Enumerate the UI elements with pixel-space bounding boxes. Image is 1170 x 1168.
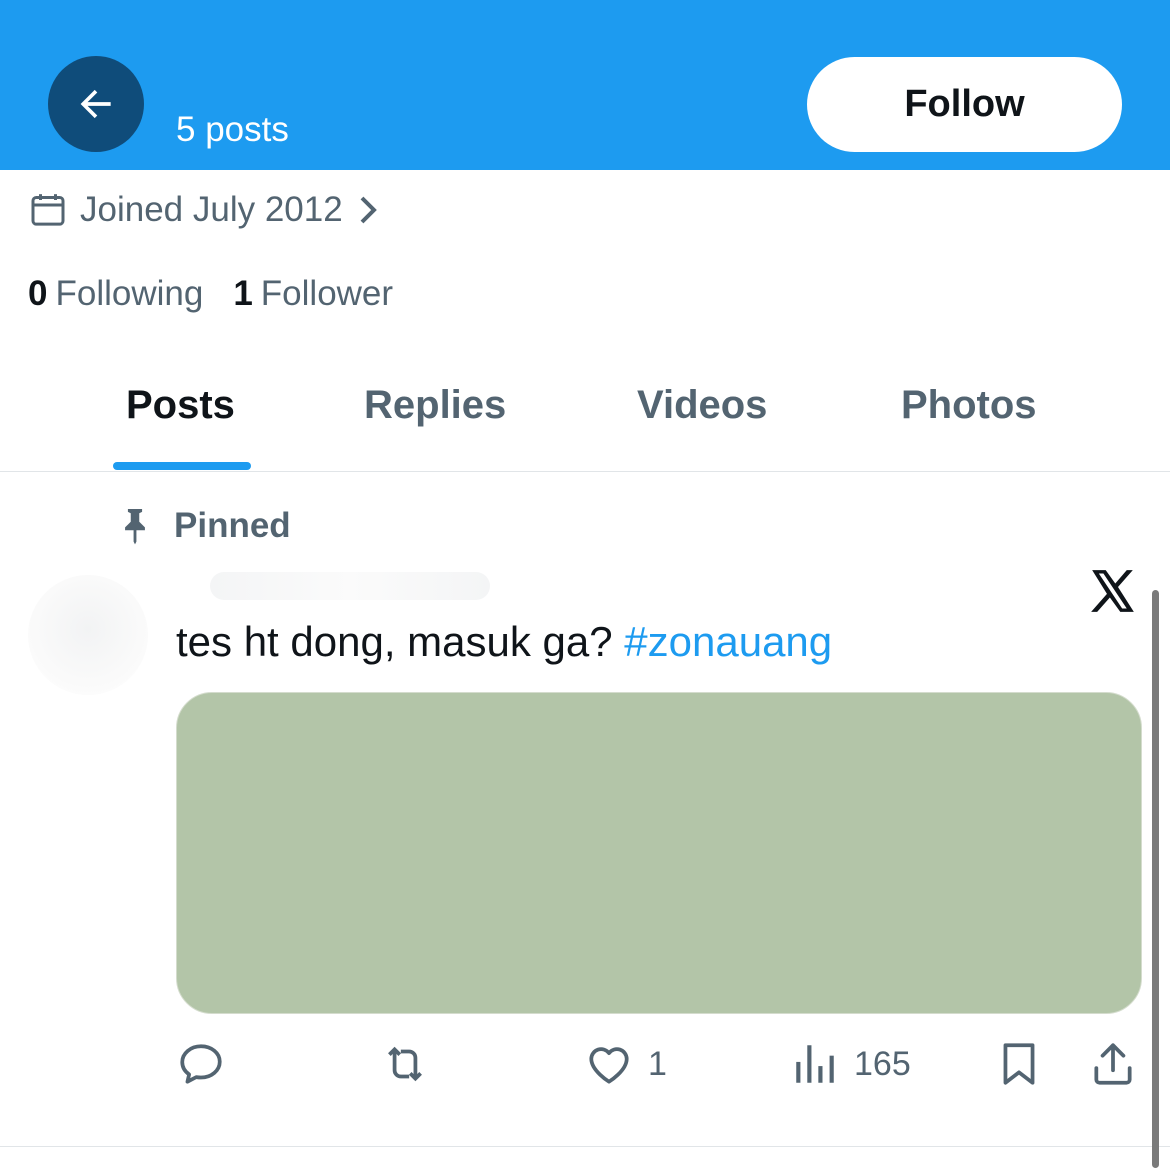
post-body: tes ht dong, masuk ga? (176, 618, 625, 665)
following-link[interactable]: 0 Following (28, 274, 203, 314)
post-actions: 1 165 (0, 1036, 1170, 1096)
heart-icon (589, 1047, 629, 1084)
views-count: 165 (854, 1044, 911, 1083)
post-media[interactable] (176, 692, 1142, 1014)
back-arrow-icon (80, 89, 111, 119)
avatar[interactable] (28, 575, 148, 695)
active-tab-indicator (113, 462, 251, 470)
follow-stats: 0 Following 1 Follower (28, 274, 393, 314)
bookmark-icon (1003, 1043, 1035, 1085)
posts-count: 5 posts (176, 110, 289, 149)
followers-label: Follower (260, 274, 394, 313)
profile-tabs: Posts Replies Videos Photos (0, 350, 1170, 472)
followers-link[interactable]: 1 Follower (233, 274, 393, 314)
repost-icon (388, 1046, 422, 1082)
profile-header: 5 posts Follow (0, 0, 1170, 170)
scrollbar[interactable] (1152, 590, 1159, 1168)
views-icon (796, 1045, 834, 1083)
following-label: Following (55, 274, 204, 313)
following-count: 0 (28, 274, 48, 313)
calendar-icon (31, 194, 65, 226)
share-icon (1094, 1043, 1132, 1085)
author-name-blurred (210, 572, 490, 600)
follow-button[interactable]: Follow (807, 57, 1122, 152)
joined-label: Joined July 2012 (80, 190, 343, 229)
chevron-right-icon (360, 196, 377, 224)
followers-count: 1 (233, 274, 253, 313)
joined-date[interactable]: Joined July 2012 (28, 186, 381, 234)
like-count: 1 (648, 1044, 667, 1083)
views-button[interactable]: 165 (790, 1036, 911, 1092)
pinned-indicator: Pinned (118, 506, 291, 546)
reply-icon (180, 1044, 222, 1084)
like-button[interactable]: 1 (584, 1036, 667, 1092)
repost-button[interactable] (380, 1036, 444, 1092)
back-button[interactable] (48, 56, 144, 152)
tab-photos[interactable]: Photos (901, 350, 1037, 460)
tab-replies[interactable]: Replies (364, 350, 506, 460)
bookmark-button[interactable] (994, 1036, 1044, 1092)
post-divider (0, 1146, 1170, 1147)
reply-button[interactable] (176, 1036, 240, 1092)
post-text: tes ht dong, masuk ga? #zonauang (176, 618, 832, 666)
x-logo-icon[interactable] (1088, 566, 1138, 616)
share-button[interactable] (1088, 1036, 1138, 1092)
pin-icon (125, 509, 145, 545)
hashtag-link[interactable]: #zonauang (624, 618, 832, 665)
tab-videos[interactable]: Videos (637, 350, 767, 460)
tab-posts[interactable]: Posts (126, 350, 235, 460)
pinned-label: Pinned (174, 506, 291, 545)
